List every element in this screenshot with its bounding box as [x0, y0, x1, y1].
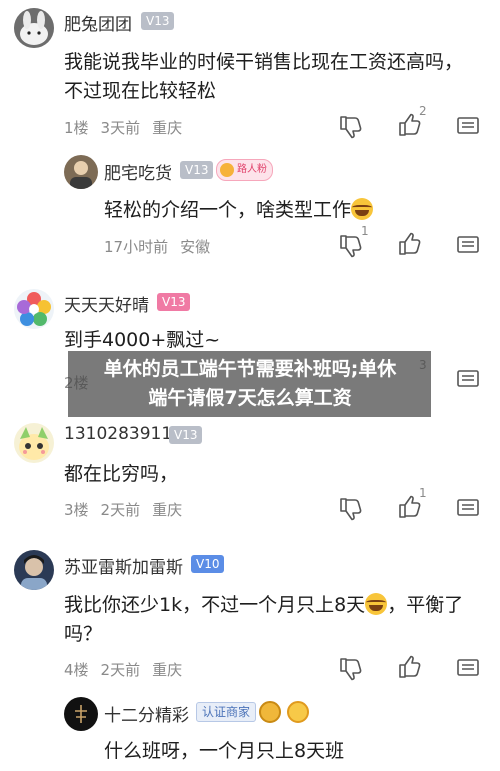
reply-button[interactable]: [455, 655, 481, 681]
location: 安徽: [180, 238, 211, 256]
reply-button[interactable]: [455, 113, 481, 139]
comment-meta: 1楼 3天前 重庆: [64, 117, 194, 138]
like-button[interactable]: [397, 655, 423, 681]
headline-text: 单休的员工端午节需要补班吗;单休 端午请假7天怎么算工资: [74, 355, 426, 413]
comment-text-line: 吗？: [64, 623, 103, 645]
timestamp: 17小时前: [104, 238, 169, 256]
comment-text-line: 不过现在比较轻松: [64, 80, 217, 102]
avatar[interactable]: [14, 8, 54, 48]
comment-text-part: 我比你还少1k，不过一个月只上8天: [64, 594, 366, 616]
comment-icon: [457, 499, 479, 516]
comment-text-line: 我比你还少1k，不过一个月只上8天 ，平衡了: [64, 591, 494, 620]
person-avatar-icon: [64, 155, 98, 189]
comment-icon: [457, 236, 479, 253]
username[interactable]: 天天天好晴: [64, 291, 149, 316]
dislike-button[interactable]: [338, 655, 364, 681]
certified-merchant-badge: 认证商家: [196, 702, 257, 722]
timestamp: 2天前: [100, 501, 141, 519]
username[interactable]: 肥宅吃货: [104, 159, 172, 184]
level-badge: V13: [169, 426, 203, 444]
like-count: 2: [419, 104, 427, 118]
laughing-emoji-icon: [365, 593, 388, 615]
comment-text: 都在比穷吗，: [64, 463, 179, 485]
fan-medal-icon: [287, 701, 309, 723]
dislike-button[interactable]: [338, 113, 364, 139]
timestamp: 2天前: [100, 661, 141, 679]
thumbs-down-icon: [340, 498, 362, 521]
comment-icon: [457, 659, 479, 676]
location: 重庆: [152, 119, 183, 137]
headline-line: 端午请假7天怎么算工资: [148, 387, 352, 409]
comment-icon: [457, 117, 479, 134]
like-button[interactable]: [397, 232, 423, 258]
comment-text-part: ，平衡了: [387, 594, 464, 616]
floor-number: 1楼: [64, 119, 89, 137]
thumbs-down-icon: [340, 658, 362, 681]
location: 重庆: [152, 661, 183, 679]
avatar[interactable]: [64, 697, 98, 731]
comment-icon: [457, 370, 479, 387]
fan-tag-label: 路人粉: [237, 164, 267, 175]
username[interactable]: 十二分精彩: [104, 701, 189, 726]
level-badge: V13: [180, 161, 214, 179]
reply-text-content: 轻松的介绍一个，啥类型工作: [104, 199, 352, 221]
dislike-count: 1: [361, 224, 369, 238]
level-badge: V10: [191, 555, 225, 573]
reply-button[interactable]: [455, 366, 481, 392]
username[interactable]: 苏亚雷斯加雷斯: [64, 553, 183, 578]
comment-text: 我比你还少1k，不过一个月只上8天 ，平衡了 吗？: [64, 591, 494, 649]
fan-medal-icon: [220, 163, 234, 177]
floor-number: 4楼: [64, 661, 89, 679]
rabbit-avatar-icon: [14, 8, 54, 48]
laughing-emoji-icon: [351, 198, 374, 220]
reply-button[interactable]: [455, 232, 481, 258]
username[interactable]: 肥兔团团: [64, 10, 132, 35]
level-badge: V13: [157, 293, 191, 311]
location: 重庆: [152, 501, 183, 519]
reply-text: 轻松的介绍一个，啥类型工作: [104, 196, 374, 225]
thumbs-up-icon: [399, 655, 421, 678]
timestamp: 3天前: [100, 119, 141, 137]
comment-text-line: 我能说我毕业的时候干销售比现在工资还高吗，: [64, 51, 464, 73]
reply-text: 什么班呀，一个月只上8天班: [104, 740, 345, 762]
level-badge: V13: [141, 12, 175, 30]
thumbs-down-icon: [340, 116, 362, 139]
brand-logo-avatar-icon: [64, 697, 98, 731]
thumbs-up-icon: [399, 232, 421, 255]
dislike-button[interactable]: [338, 495, 364, 521]
avatar[interactable]: [14, 550, 54, 590]
comment-text: 我能说我毕业的时候干销售比现在工资还高吗， 不过现在比较轻松: [64, 48, 484, 106]
floor-number: 3楼: [64, 501, 89, 519]
cartoon-avatar-icon: [14, 423, 54, 463]
like-count: 1: [419, 486, 427, 500]
person-photo-avatar-icon: [14, 550, 54, 590]
reply-meta: 17小时前 安徽: [104, 236, 222, 257]
reply-button[interactable]: [455, 495, 481, 521]
comment-meta: 4楼 2天前 重庆: [64, 659, 194, 680]
avatar[interactable]: [64, 155, 98, 189]
flower-avatar-icon: [14, 289, 54, 329]
comment-meta: 3楼 2天前 重庆: [64, 499, 194, 520]
username[interactable]: 1310283911: [64, 424, 172, 444]
fan-tag: 路人粉: [216, 159, 273, 181]
medal-icon: [259, 701, 281, 723]
avatar[interactable]: [14, 289, 54, 329]
avatar[interactable]: [14, 423, 54, 463]
headline-line: 单休的员工端午节需要补班吗;单休: [103, 358, 397, 380]
